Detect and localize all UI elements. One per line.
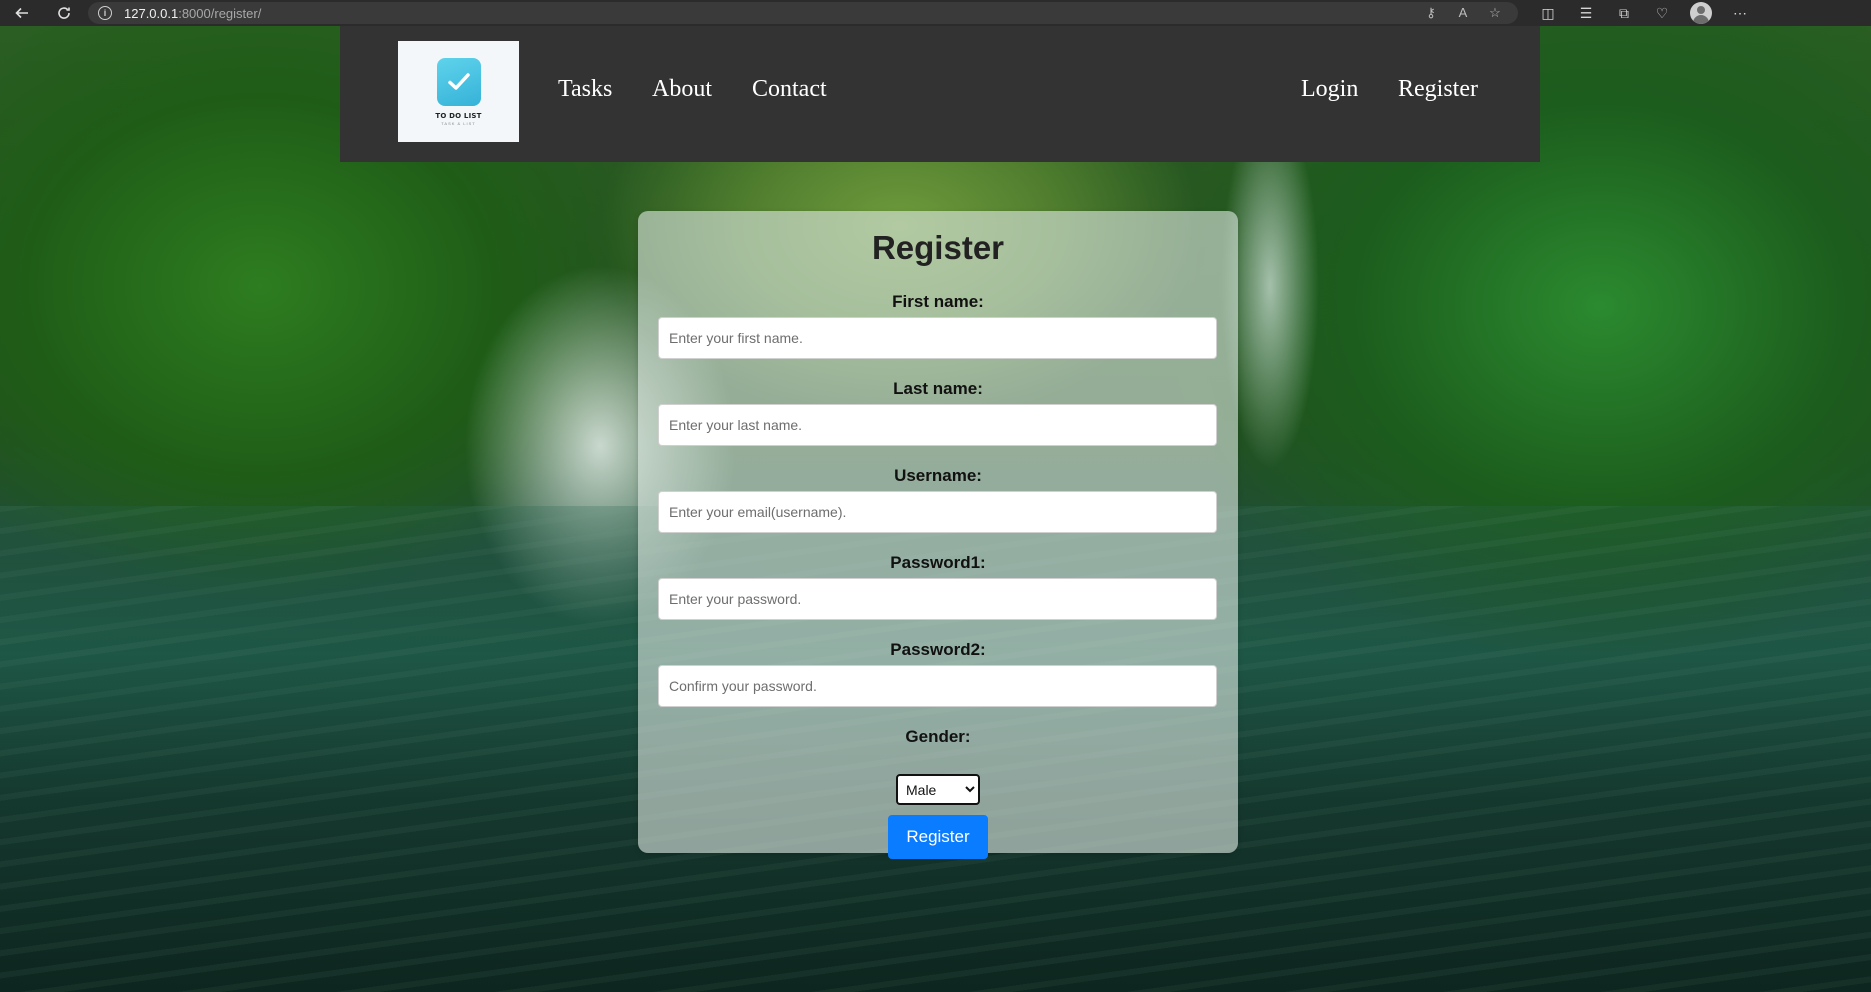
username-input[interactable] (658, 491, 1217, 533)
password-key-icon[interactable]: ⚷ (1422, 5, 1440, 21)
back-icon[interactable] (6, 1, 38, 25)
last-name-label: Last name: (893, 379, 983, 398)
site-info-icon[interactable]: i (98, 6, 112, 20)
refresh-icon[interactable] (48, 1, 80, 25)
password1-input[interactable] (658, 578, 1217, 620)
last-name-input[interactable] (658, 404, 1217, 446)
form-title: Register (871, 229, 1005, 266)
address-bar[interactable]: i 127.0.0.1:8000/register/ ⚷ A ☆ (88, 2, 1518, 24)
first-name-input[interactable] (658, 317, 1217, 359)
password1-label: Password1: (890, 553, 986, 572)
logo-subtitle: TASK & LIST (441, 120, 476, 126)
checkmark-icon (436, 57, 481, 106)
url-host: 127.0.0.1 (124, 5, 179, 21)
gender-select[interactable]: Male (896, 774, 980, 805)
site-header: TO DO LIST TASK & LIST Tasks About Conta… (340, 26, 1540, 162)
nav-login[interactable]: Login (1301, 76, 1358, 103)
register-submit-button[interactable]: Register (888, 815, 988, 859)
logo-title: TO DO LIST (435, 111, 482, 120)
username-label: Username: (894, 466, 982, 485)
password2-label: Password2: (890, 640, 986, 659)
read-aloud-icon[interactable]: A (1454, 5, 1472, 21)
nav-contact[interactable]: Contact (752, 76, 827, 103)
register-form-card: Register First name: Last name: Username… (638, 211, 1238, 859)
nav-register[interactable]: Register (1398, 76, 1478, 103)
browser-toolbar: i 127.0.0.1:8000/register/ ⚷ A ☆ ◫ ☰ ⧉ ♡… (0, 0, 1871, 26)
gender-label: Gender: (905, 727, 971, 746)
first-name-label: First name: (892, 292, 984, 311)
favorite-star-icon[interactable]: ☆ (1486, 5, 1504, 21)
nav-about[interactable]: About (652, 76, 712, 103)
collections-icon[interactable]: ⧉ (1614, 5, 1634, 22)
health-icon[interactable]: ♡ (1652, 5, 1672, 22)
page-background: TO DO LIST TASK & LIST Tasks About Conta… (0, 26, 1871, 992)
nav-tasks[interactable]: Tasks (558, 76, 612, 103)
url-path: :8000/register/ (178, 5, 262, 21)
more-menu-icon[interactable]: ⋯ (1730, 5, 1750, 22)
password2-input[interactable] (658, 665, 1217, 707)
profile-avatar-icon[interactable] (1690, 2, 1712, 24)
favorites-list-icon[interactable]: ☰ (1576, 5, 1596, 22)
split-screen-icon[interactable]: ◫ (1538, 5, 1558, 22)
site-logo[interactable]: TO DO LIST TASK & LIST (398, 41, 519, 142)
